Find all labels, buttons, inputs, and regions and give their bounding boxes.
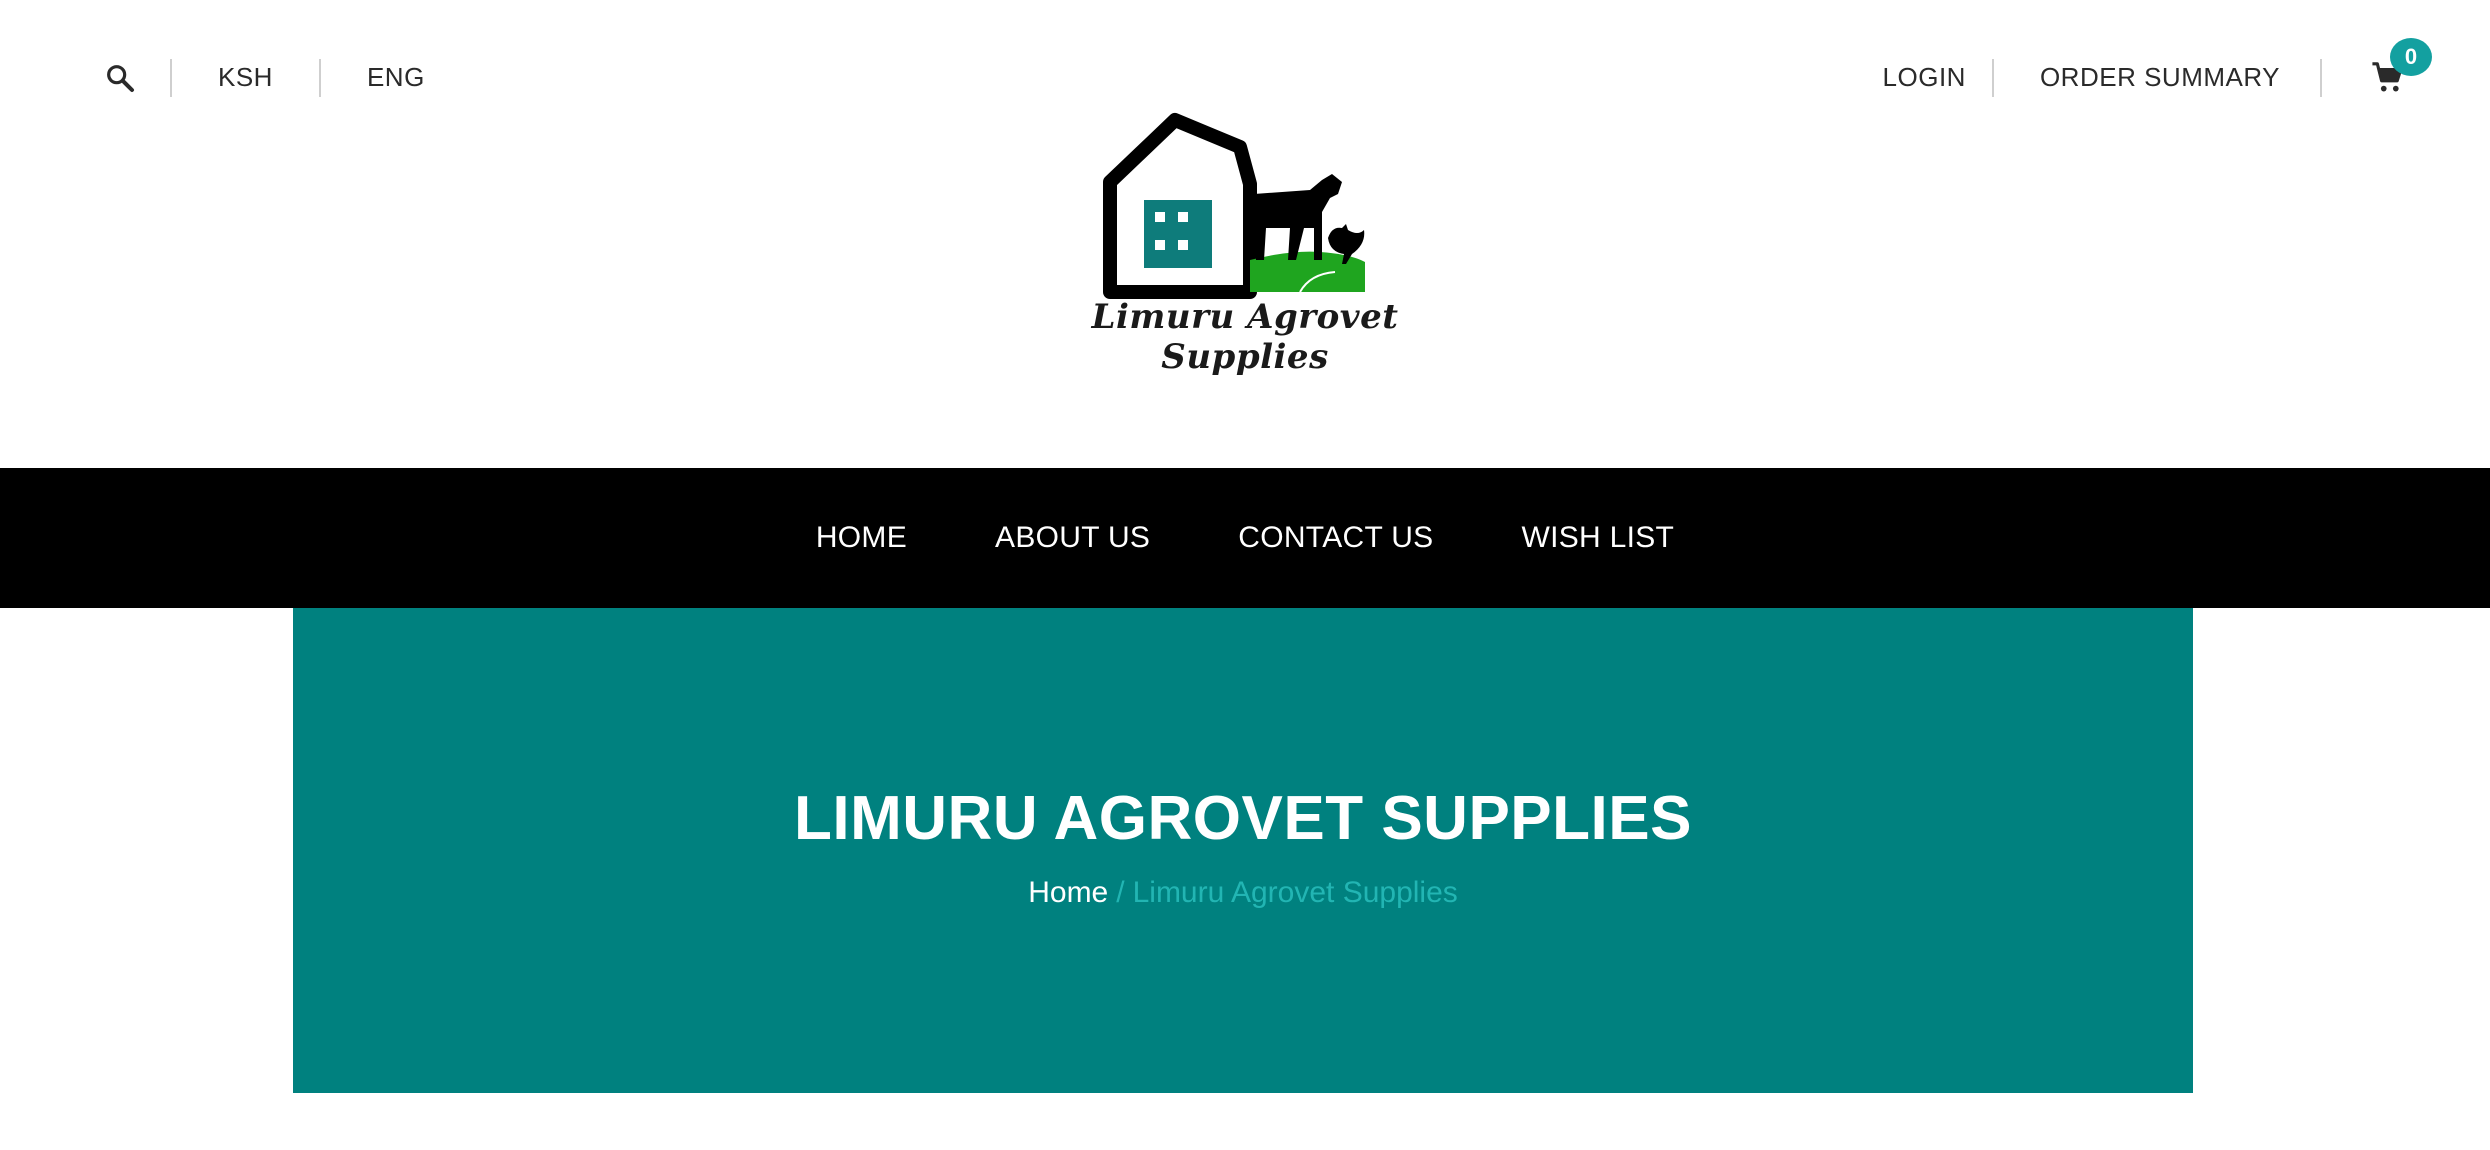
search-button[interactable] — [100, 58, 140, 98]
page-title: LIMURU AGROVET SUPPLIES — [794, 784, 1692, 853]
search-icon — [107, 64, 134, 92]
breadcrumb: Home / Limuru Agrovet Supplies — [293, 876, 2193, 910]
top-header: KSH ENG LOGIN ORDER SUMMARY 0 Limuru Agr… — [0, 0, 2490, 468]
nav-item-contact-us[interactable]: CONTACT US — [1194, 521, 1477, 555]
cart-button[interactable]: 0 — [2368, 37, 2432, 98]
main-navigation: HOME ABOUT US CONTACT US WISH LIST — [0, 468, 2490, 608]
header-right-group: LOGIN ORDER SUMMARY 0 — [1857, 37, 2432, 100]
site-logo[interactable]: Limuru Agrovet Supplies — [1060, 112, 1430, 377]
page-hero-banner: LIMURU AGROVET SUPPLIES Home / Limuru Agro… — [293, 608, 2193, 1093]
language-selector[interactable]: ENG — [321, 62, 471, 93]
cart-count-badge: 0 — [2390, 37, 2432, 76]
nav-item-wish-list[interactable]: WISH LIST — [1477, 521, 1718, 555]
currency-selector[interactable]: KSH — [172, 62, 319, 93]
breadcrumb-current: Limuru Agrovet Supplies — [1132, 876, 1458, 909]
login-link[interactable]: LOGIN — [1857, 62, 1992, 93]
nav-item-home[interactable]: HOME — [772, 521, 951, 555]
nav-item-about-us[interactable]: ABOUT US — [951, 521, 1194, 555]
breadcrumb-home-link[interactable]: Home — [1028, 876, 1108, 909]
logo-text: Limuru Agrovet Supplies — [1091, 297, 1399, 377]
order-summary-link[interactable]: ORDER SUMMARY — [1994, 62, 2320, 93]
breadcrumb-separator: / — [1116, 876, 1125, 909]
divider — [2320, 58, 2322, 97]
barn-logo-graphic — [1103, 113, 1365, 299]
header-left-group: KSH ENG — [100, 55, 471, 100]
